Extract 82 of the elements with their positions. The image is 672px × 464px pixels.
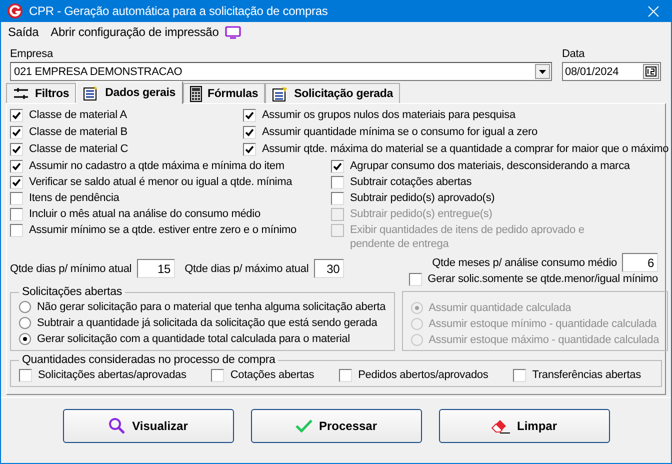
input-field[interactable]: 6 (622, 253, 658, 272)
checkbox-label: Subtrair pedido(s) aprovado(s) (350, 191, 495, 205)
tab[interactable]: Filtros (6, 83, 76, 103)
checkbox[interactable] (243, 126, 256, 139)
checkbox-label: Incluir o mês atual na análise do consumo médio (29, 207, 260, 221)
radio-label: Gerar solicitação com a quantidade total calculada para o material (37, 332, 350, 346)
checkbox[interactable] (10, 143, 23, 156)
checkbox[interactable] (243, 143, 256, 156)
checkbox-label: Verificar se saldo atual é menor ou igual a qtde. mínima (29, 175, 292, 189)
radio-label: Subtrair a quantidade já solicitada da solicitação que está sendo gerada (37, 316, 378, 330)
radio-label: Assumir estoque mínimo - quantidade calculada (428, 317, 657, 331)
checkbox[interactable] (10, 109, 23, 122)
checkbox-label: Cotações abertas (230, 368, 314, 382)
radio-button[interactable] (19, 317, 31, 329)
checkbox[interactable] (211, 369, 224, 382)
radio-label: Não gerar solicitação para o material que tenha alguma solicitação aberta (37, 300, 386, 314)
checkbox[interactable] (243, 109, 256, 122)
field-label: Qtde dias p/ mínimo atual (10, 262, 132, 274)
radio-label: Assumir estoque máximo - quantidade calculada (428, 333, 660, 347)
checkbox[interactable] (10, 160, 23, 173)
checkbox-label: Assumir qtde. máxima do material se a quantidade a comprar for maior que o máximo (262, 142, 669, 156)
field-label: Qtde meses p/ análise consumo médio (432, 256, 617, 268)
action-button[interactable]: Visualizar (62, 408, 234, 442)
date-field[interactable]: 08/01/2024 (562, 62, 661, 81)
action-button[interactable]: Processar (250, 408, 422, 442)
document-icon (83, 85, 100, 101)
checkbox-label: Assumir mínimo se a qtde. estiver entre zero e o mínimo (29, 223, 296, 237)
checkbox[interactable] (19, 369, 32, 382)
checkbox-label: Assumir no cadastro a qtde máxima e mínima do item (29, 159, 284, 173)
calculator-icon (190, 86, 202, 102)
checkbox-label: Classe de material B (29, 125, 128, 139)
checkbox[interactable] (10, 192, 23, 205)
app-logo-icon (7, 3, 23, 19)
close-icon (648, 6, 658, 16)
search-icon (108, 416, 126, 434)
checkbox[interactable] (331, 192, 344, 205)
checkbox-label: Solicitações abertas/aprovadas (38, 368, 186, 382)
checkbox-label: Agrupar consumo dos materiais, desconsiderando a marca (350, 159, 630, 173)
radio-label: Assumir quantidade calculada (428, 301, 572, 315)
checkbox[interactable] (408, 273, 422, 286)
checkbox[interactable] (10, 126, 23, 139)
group-title: Solicitações abertas (21, 286, 123, 298)
input-field[interactable]: 15 (136, 259, 175, 278)
company-dropdown[interactable]: 021 EMPRESA DEMONSTRACAO (10, 62, 552, 81)
checkbox-label: Itens de pendência (29, 191, 120, 205)
checkbox[interactable] (331, 160, 344, 173)
checkbox[interactable] (10, 176, 23, 189)
field-label: Empresa (10, 48, 54, 60)
menu-item[interactable]: Abrir configuração de impressão (50, 25, 219, 39)
checkbox[interactable] (339, 369, 352, 382)
radio-button[interactable] (19, 333, 31, 345)
group-title: Quantidades consideradas no processo de compra (21, 354, 276, 366)
checkbox-label: Assumir quantidade mínima se o consumo for igual a zero (262, 125, 538, 139)
checkbox-label: Pedidos abertos/aprovados (358, 368, 488, 382)
tab[interactable]: Dados gerais (76, 81, 183, 104)
calendar-icon[interactable] (643, 64, 659, 79)
checkbox[interactable] (10, 208, 23, 221)
sliders-icon (13, 86, 29, 100)
checkbox-label: Classe de material A (29, 108, 127, 122)
checkmark-icon (294, 418, 313, 432)
menu-item[interactable]: Saída (8, 25, 39, 39)
tab[interactable]: Fórmulas (182, 83, 266, 103)
field-label: Data (562, 48, 586, 60)
action-button[interactable]: Limpar (438, 408, 610, 442)
radio-button[interactable] (19, 301, 31, 313)
tab[interactable]: Solicitação gerada (265, 83, 400, 103)
monitor-icon[interactable] (224, 26, 241, 38)
checkbox[interactable] (10, 224, 23, 237)
checkbox-label: Gerar solic.somente se qtde.menor/igual mínimo (428, 272, 658, 286)
input-field[interactable]: 30 (314, 259, 344, 278)
checkbox-label: Assumir os grupos nulos dos materiais para pesquisa (262, 108, 516, 122)
checkbox-label: Exibir quantidades de itens de pedido aprovado e pendente de entrega (350, 223, 584, 251)
checkbox-label: Transferências abertas (532, 368, 641, 382)
eraser-icon (490, 418, 511, 434)
checkbox[interactable] (513, 369, 526, 382)
field-label: Qtde dias p/ máximo atual (184, 262, 309, 274)
checkbox-label: Classe de material C (29, 142, 128, 156)
checkbox[interactable] (331, 176, 344, 189)
window-title: CPR - Geração automática para a solicitação de compras (29, 4, 329, 18)
checkbox-label: Subtrair pedido(s) entregue(s) (350, 207, 492, 221)
checkbox-label: Subtrair cotações abertas (350, 175, 472, 189)
dropdown-arrow-icon (539, 70, 546, 74)
